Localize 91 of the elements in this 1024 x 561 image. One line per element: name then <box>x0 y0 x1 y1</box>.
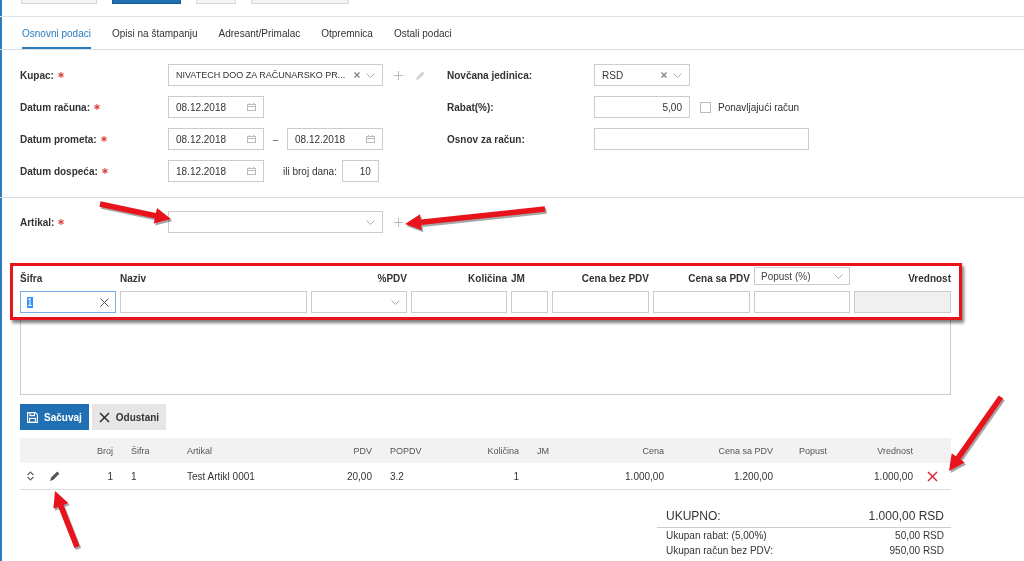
dropdown-field[interactable] <box>311 291 407 313</box>
days-label: ili broj dana: <box>283 165 337 177</box>
dropdown-field[interactable]: Popust (%) <box>754 267 850 285</box>
table-cell-text: 20,00 <box>345 470 372 482</box>
column-header: JM <box>511 273 525 284</box>
plus-icon[interactable] <box>394 70 403 80</box>
column-header: Vrednost <box>908 273 951 284</box>
column-header: Cena bez PDV <box>581 273 649 284</box>
table-cell-text: 3.2 <box>389 470 405 482</box>
input-field[interactable] <box>754 291 850 313</box>
field-label: Datum računa: <box>20 101 90 113</box>
field-label: Artikal: <box>20 216 55 228</box>
input-field[interactable] <box>653 291 750 313</box>
chevron-down-icon[interactable] <box>834 273 843 279</box>
summary-label: Ukupan račun bez PDV: <box>666 545 773 556</box>
input-field[interactable] <box>411 291 507 313</box>
chevron-down-icon[interactable] <box>366 219 375 225</box>
column-header: Cena sa PDV <box>688 273 750 284</box>
tab[interactable]: Ostali podaci <box>393 17 452 49</box>
field-label: Kupac: <box>20 69 54 81</box>
table-cell-text: 1 <box>106 470 113 482</box>
column-header: Artikal <box>186 445 213 456</box>
column-header: Količina <box>468 273 507 284</box>
column-header: Broj <box>96 445 113 456</box>
column-header: PDV <box>352 445 372 456</box>
checkbox-label[interactable]: Ponavljajući račun <box>718 101 800 113</box>
input-field[interactable] <box>511 291 548 313</box>
date-field[interactable]: 08.12.2018 <box>168 96 264 118</box>
delete-icon[interactable] <box>926 470 938 482</box>
column-header: Vrednost <box>876 445 913 456</box>
column-header: Šifra <box>130 445 151 456</box>
dropdown-field[interactable]: RSD <box>594 64 690 86</box>
table-cell-text: 1.200,00 <box>733 470 773 482</box>
column-header: Popust <box>798 445 828 456</box>
save-button[interactable]: Sačuvaj <box>20 404 89 430</box>
checkbox[interactable] <box>700 101 711 113</box>
chevron-down-icon[interactable] <box>673 72 682 78</box>
dropdown-field[interactable]: NIVATECH DOO ZA RAČUNARSKO PR... <box>168 64 383 86</box>
date-field[interactable]: 08.12.2018 <box>168 128 264 150</box>
column-header: JM <box>536 445 550 456</box>
save-icon <box>27 411 38 423</box>
field-label: Rabat(%): <box>447 101 494 113</box>
clear-icon[interactable] <box>661 72 667 78</box>
toolbar-button[interactable] <box>112 0 181 4</box>
input-field[interactable] <box>552 291 649 313</box>
calendar-icon[interactable] <box>247 135 256 143</box>
table-cell-text: 1 <box>130 470 138 482</box>
calendar-icon[interactable] <box>247 103 256 111</box>
total-label: UKUPNO: <box>666 509 721 523</box>
table-cell-text: 1.000,00 <box>873 470 913 482</box>
dropdown-field[interactable] <box>168 211 383 233</box>
summary-value: 50,00 RSD <box>895 530 944 541</box>
field-label: Osnov za račun: <box>447 133 525 145</box>
chevron-down-icon[interactable] <box>366 72 375 78</box>
tab[interactable]: Osnovni podaci <box>22 17 91 49</box>
clear-icon[interactable] <box>100 297 109 307</box>
tab[interactable]: Otpremnica <box>321 17 373 49</box>
column-header: %PDV <box>377 273 407 284</box>
up-down-chevron-icon[interactable] <box>26 471 34 481</box>
column-header: Cena sa PDV <box>717 445 773 456</box>
field-label: Datum prometa: <box>20 133 97 145</box>
column-header: Količina <box>486 445 519 456</box>
summary-label: Ukupan rabat: (5,00%) <box>666 530 767 541</box>
cancel-button[interactable]: Odustani <box>91 404 167 430</box>
column-header: Cena <box>641 445 664 456</box>
date-field[interactable]: 08.12.2018 <box>287 128 383 150</box>
table-cell-text: 1.000,00 <box>624 470 664 482</box>
input-field[interactable] <box>120 291 307 313</box>
field-label: Datum dospeća: <box>20 165 98 177</box>
text-field[interactable] <box>594 128 809 150</box>
number-field[interactable]: 5,00 <box>594 96 690 118</box>
summary-value: 950,00 RSD <box>889 545 944 556</box>
total-value: 1.000,00 RSD <box>868 509 944 523</box>
close-icon <box>98 411 110 423</box>
range-separator: – <box>271 133 280 145</box>
chevron-down-icon[interactable] <box>391 299 400 305</box>
plus-icon[interactable] <box>394 217 403 227</box>
tab[interactable]: Opisi na štampanju <box>111 17 198 49</box>
pencil-icon[interactable] <box>50 471 60 481</box>
number-field[interactable]: 10 <box>341 160 379 182</box>
column-header: Naziv <box>120 273 147 284</box>
column-header: Šifra <box>20 273 43 284</box>
column-header: POPDV <box>389 445 423 456</box>
tab[interactable]: Adresant/Primalac <box>218 17 301 49</box>
field-label: Novčana jedinica: <box>447 69 533 81</box>
date-field[interactable]: 18.12.2018 <box>168 160 264 182</box>
calendar-icon[interactable] <box>366 135 375 143</box>
table-cell-text: 1 <box>512 470 519 482</box>
clear-icon[interactable] <box>354 72 360 78</box>
table-cell-text: Test Artikl 0001 <box>186 470 256 482</box>
calendar-icon[interactable] <box>247 167 256 175</box>
